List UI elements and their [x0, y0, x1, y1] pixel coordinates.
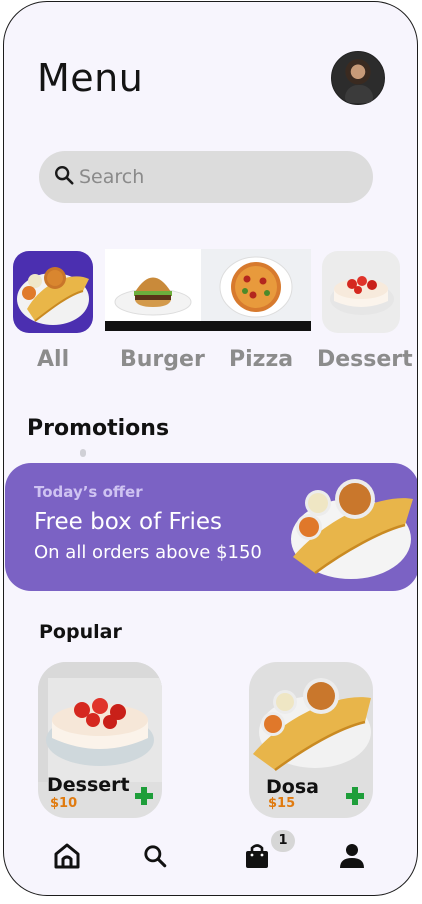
category-dessert-image[interactable]	[322, 251, 400, 333]
home-icon[interactable]	[51, 840, 83, 872]
page-title: Menu	[37, 56, 144, 100]
promo-title: Free box of Fries	[34, 509, 223, 535]
cart-count-badge: 1	[271, 830, 295, 852]
item-price: $10	[50, 796, 78, 811]
popular-item-card[interactable]: Dessert $10	[38, 662, 162, 818]
dessert-image	[38, 662, 162, 782]
category-label-burger[interactable]: Burger	[120, 347, 205, 372]
dosa-image	[253, 678, 371, 772]
category-label-dessert[interactable]: Dessert	[317, 347, 413, 372]
add-to-cart-icon[interactable]	[134, 786, 154, 806]
popular-heading: Popular	[39, 621, 122, 643]
image-strip	[105, 321, 201, 331]
promo-subtitle: On all orders above $150	[34, 542, 262, 563]
promo-banner[interactable]: Today’s offer Free box of Fries On all o…	[5, 463, 417, 591]
promo-tag: Today’s offer	[34, 483, 143, 501]
search-bar[interactable]	[39, 151, 373, 203]
promotions-heading: Promotions	[27, 416, 170, 441]
promo-dosa-image	[291, 479, 413, 579]
bottom-navigation	[4, 832, 417, 882]
add-to-cart-icon[interactable]	[345, 786, 365, 806]
shopping-bag-icon[interactable]	[241, 840, 273, 872]
category-label-pizza[interactable]: Pizza	[229, 347, 293, 372]
item-name: Dosa	[266, 776, 319, 798]
profile-icon[interactable]	[336, 840, 368, 872]
popular-item-card[interactable]: Dosa $15	[249, 662, 373, 818]
search-icon[interactable]	[139, 840, 171, 872]
item-name: Dessert	[47, 774, 130, 796]
category-burger-image[interactable]	[105, 249, 201, 331]
item-price: $15	[268, 796, 296, 811]
category-label-all[interactable]: All	[37, 347, 69, 372]
search-input[interactable]	[79, 166, 339, 188]
category-pizza-image[interactable]	[201, 249, 311, 331]
phone-frame: Menu Search All Burger Pizza Dessert Pro…	[3, 1, 418, 896]
image-strip	[201, 321, 311, 331]
avatar[interactable]	[331, 51, 385, 105]
carousel-indicator	[80, 449, 86, 457]
search-icon	[53, 164, 75, 190]
category-all-image[interactable]	[13, 251, 93, 333]
